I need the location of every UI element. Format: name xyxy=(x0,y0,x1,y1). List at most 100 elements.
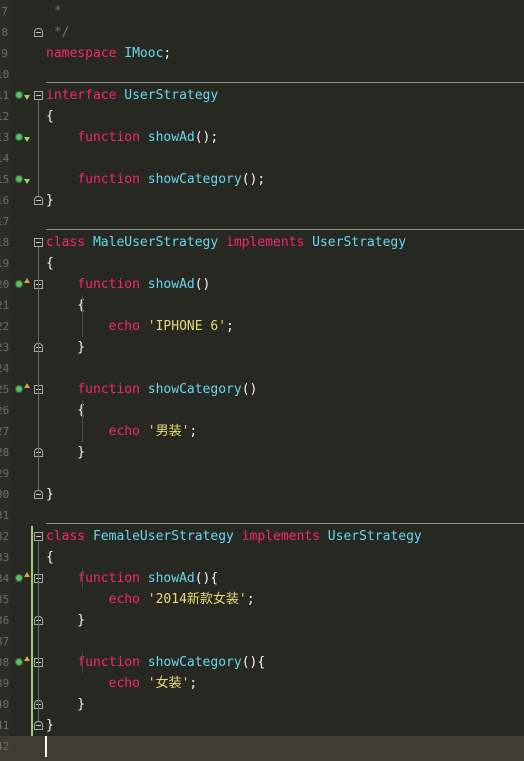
line-number: 33 xyxy=(0,551,10,564)
code-token: (); xyxy=(194,130,219,145)
implements-method-icon[interactable] xyxy=(15,175,30,184)
code-line[interactable]: 16} xyxy=(0,190,524,211)
line-number: 8 xyxy=(1,26,8,39)
code-token: { xyxy=(46,109,54,124)
code-line[interactable]: 29 xyxy=(0,463,524,484)
code-line[interactable]: 40 } xyxy=(0,694,524,715)
line-number: 22 xyxy=(0,320,10,333)
line-number: 35 xyxy=(0,593,10,606)
code-line[interactable]: 14 xyxy=(0,148,524,169)
code-token: (){ xyxy=(241,655,266,670)
change-indicator xyxy=(31,526,33,736)
code-token: ; xyxy=(246,592,255,607)
code-token: IMooc xyxy=(124,46,164,61)
code-line[interactable]: 28 } xyxy=(0,442,524,463)
fold-open-icon[interactable] xyxy=(34,91,43,100)
code-line[interactable]: 33 { xyxy=(0,547,524,568)
override-method-icon[interactable] xyxy=(15,278,30,288)
code-token: function xyxy=(77,130,140,145)
code-text: function showAd(){ xyxy=(46,568,218,589)
code-line[interactable]: 9 namespace IMooc; xyxy=(0,43,524,64)
code-line[interactable]: 19 { xyxy=(0,253,524,274)
code-token: function xyxy=(77,655,140,670)
line-number: 9 xyxy=(1,47,8,60)
code-line[interactable]: 12 { xyxy=(0,106,524,127)
code-line[interactable]: 39 echo '女装'; xyxy=(0,673,524,694)
code-line[interactable]: 30} xyxy=(0,484,524,505)
code-token: interface xyxy=(46,88,117,103)
line-number: 18 xyxy=(0,236,10,249)
fold-open-icon[interactable] xyxy=(34,532,43,541)
code-token: showCategory xyxy=(147,655,242,670)
code-line[interactable]: 34 function showAd(){ xyxy=(0,568,524,589)
code-line[interactable]: 35 echo '2014新款女装'; xyxy=(0,589,524,610)
code-line[interactable]: 8 */ xyxy=(0,22,524,43)
code-token: { xyxy=(46,550,54,565)
override-method-icon[interactable] xyxy=(15,656,30,666)
code-line[interactable]: 22 echo 'IPHONE 6'; xyxy=(0,316,524,337)
override-method-icon[interactable] xyxy=(15,383,30,393)
code-line[interactable]: 13 function showAd(); xyxy=(0,127,524,148)
code-line[interactable]: 7 * xyxy=(0,1,524,22)
code-line[interactable]: 25 function showCategory() xyxy=(0,379,524,400)
code-token: echo xyxy=(108,676,140,691)
code-token: } xyxy=(46,718,54,733)
fold-guide xyxy=(38,100,39,196)
fold-close-icon[interactable] xyxy=(34,721,43,730)
line-number: 17 xyxy=(0,215,10,228)
line-number: 38 xyxy=(0,656,10,669)
line-number: 41 xyxy=(0,719,10,732)
fold-close-icon[interactable] xyxy=(34,490,43,499)
code-line[interactable]: 20 function showAd() xyxy=(0,274,524,295)
code-token: } xyxy=(46,340,86,355)
code-text: echo '男装'; xyxy=(46,421,198,442)
code-line[interactable]: 37 xyxy=(0,631,524,652)
code-line[interactable]: 27 echo '男装'; xyxy=(0,421,524,442)
fold-open-icon[interactable] xyxy=(34,238,43,247)
code-line[interactable]: 21 { xyxy=(0,295,524,316)
code-token: (); xyxy=(241,172,266,187)
code-text: { xyxy=(46,547,54,568)
code-text: } xyxy=(46,190,54,211)
code-line[interactable]: 23 } xyxy=(0,337,524,358)
line-number: 16 xyxy=(0,194,10,207)
code-line[interactable]: 32 class FemaleUserStrategy implements Us… xyxy=(0,526,524,547)
code-token: '男装' xyxy=(147,424,190,439)
code-line[interactable]: 24 xyxy=(0,358,524,379)
code-line[interactable]: 41} xyxy=(0,715,524,736)
code-line[interactable]: 26 { xyxy=(0,400,524,421)
code-line[interactable]: 42 xyxy=(0,736,524,757)
code-token: * xyxy=(46,4,62,19)
code-token: ; xyxy=(226,319,234,334)
code-token: */ xyxy=(46,25,70,40)
code-line[interactable]: 18 class MaleUserStrategy implements User… xyxy=(0,232,524,253)
code-token: '2014新款女装' xyxy=(147,592,247,607)
code-token: ; xyxy=(189,424,198,439)
code-token: showAd xyxy=(147,130,195,145)
code-line[interactable]: 36 } xyxy=(0,610,524,631)
code-line[interactable]: 11 interface UserStrategy xyxy=(0,85,524,106)
indent-guide xyxy=(82,295,83,337)
fold-close-icon[interactable] xyxy=(34,28,43,37)
line-number: 11 xyxy=(0,89,10,102)
override-method-icon[interactable] xyxy=(15,572,30,582)
code-token: namespace xyxy=(46,46,117,61)
fold-close-icon[interactable] xyxy=(34,196,43,205)
code-token: function xyxy=(77,172,140,187)
code-line[interactable]: 15 function showCategory(); xyxy=(0,169,524,190)
code-line[interactable]: 38 function showCategory(){ xyxy=(0,652,524,673)
line-number: 31 xyxy=(0,509,10,522)
code-token: implements xyxy=(226,235,305,250)
line-number: 24 xyxy=(0,362,10,375)
fold-guide xyxy=(38,247,39,490)
line-number: 40 xyxy=(0,698,10,711)
implements-method-icon[interactable] xyxy=(15,133,30,142)
code-editor[interactable]: 7 *8 */9namespace IMooc;1011interface Us… xyxy=(0,0,524,761)
implements-method-icon[interactable] xyxy=(15,91,30,100)
